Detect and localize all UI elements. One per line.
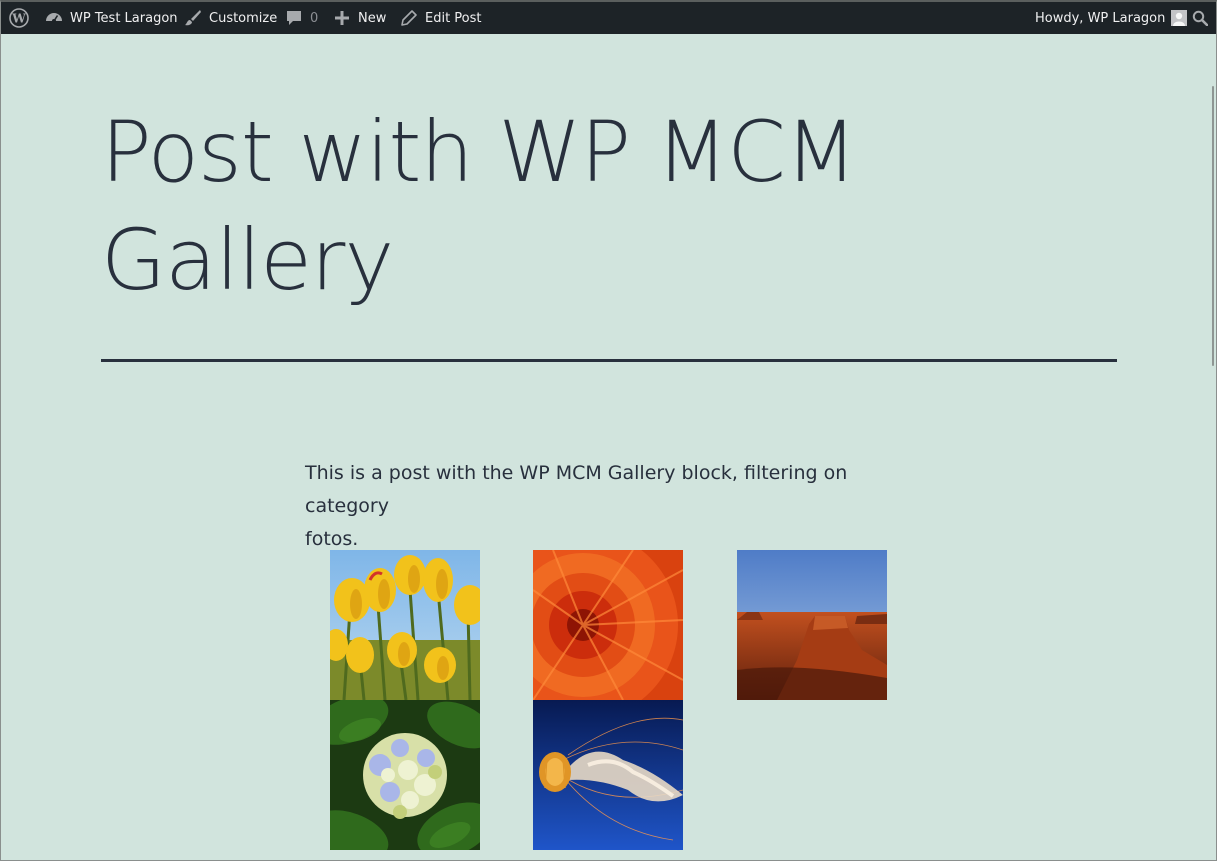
admin-bar: W WP Test Laragon Customize 0 New Edit P… — [1, 2, 1216, 34]
svg-text:W: W — [11, 12, 26, 26]
paintbrush-icon — [184, 9, 202, 27]
post-title-line-2: Gallery — [101, 211, 394, 309]
post-title-line-1: Post with WP MCM — [101, 103, 857, 201]
my-account-menu[interactable]: Howdy, WP Laragon — [1035, 2, 1188, 34]
gallery-image-jellyfish[interactable] — [533, 700, 683, 850]
comments-count: 0 — [310, 10, 319, 26]
comment-bubble-icon — [286, 10, 302, 26]
scrollbar-thumb[interactable] — [1212, 86, 1214, 366]
search-icon[interactable] — [1192, 2, 1208, 34]
post-intro-text: This is a post with the WP MCM Gallery b… — [305, 457, 905, 556]
new-content-menu[interactable]: New — [335, 2, 386, 34]
post-title: Post with WP MCM Gallery — [101, 98, 1001, 314]
avatar-icon — [1171, 10, 1188, 26]
pencil-icon — [401, 10, 417, 26]
edit-post-label: Edit Post — [425, 10, 482, 26]
gallery-image-desert[interactable] — [737, 550, 887, 700]
new-label: New — [358, 10, 387, 26]
customize-menu[interactable]: Customize — [184, 2, 277, 34]
plus-icon — [335, 11, 349, 25]
dashboard-icon — [45, 9, 63, 27]
site-name-label: WP Test Laragon — [70, 10, 178, 26]
wordpress-logo-icon[interactable]: W — [9, 2, 29, 34]
comments-menu[interactable]: 0 — [286, 2, 318, 34]
gallery-image-hydrangea[interactable] — [330, 700, 480, 850]
edit-post-link[interactable]: Edit Post — [401, 2, 482, 34]
intro-line-1: This is a post with the WP MCM Gallery b… — [305, 462, 848, 517]
customize-label: Customize — [209, 10, 278, 26]
howdy-label: Howdy, WP Laragon — [1035, 10, 1166, 26]
gallery-image-tulips[interactable] — [330, 550, 480, 700]
browser-viewport: W WP Test Laragon Customize 0 New Edit P… — [0, 0, 1217, 861]
gallery-image-chrysanthemum[interactable] — [533, 550, 683, 700]
site-name-menu[interactable]: WP Test Laragon — [45, 2, 178, 34]
intro-line-2: fotos. — [305, 528, 359, 550]
title-separator — [101, 359, 1117, 362]
